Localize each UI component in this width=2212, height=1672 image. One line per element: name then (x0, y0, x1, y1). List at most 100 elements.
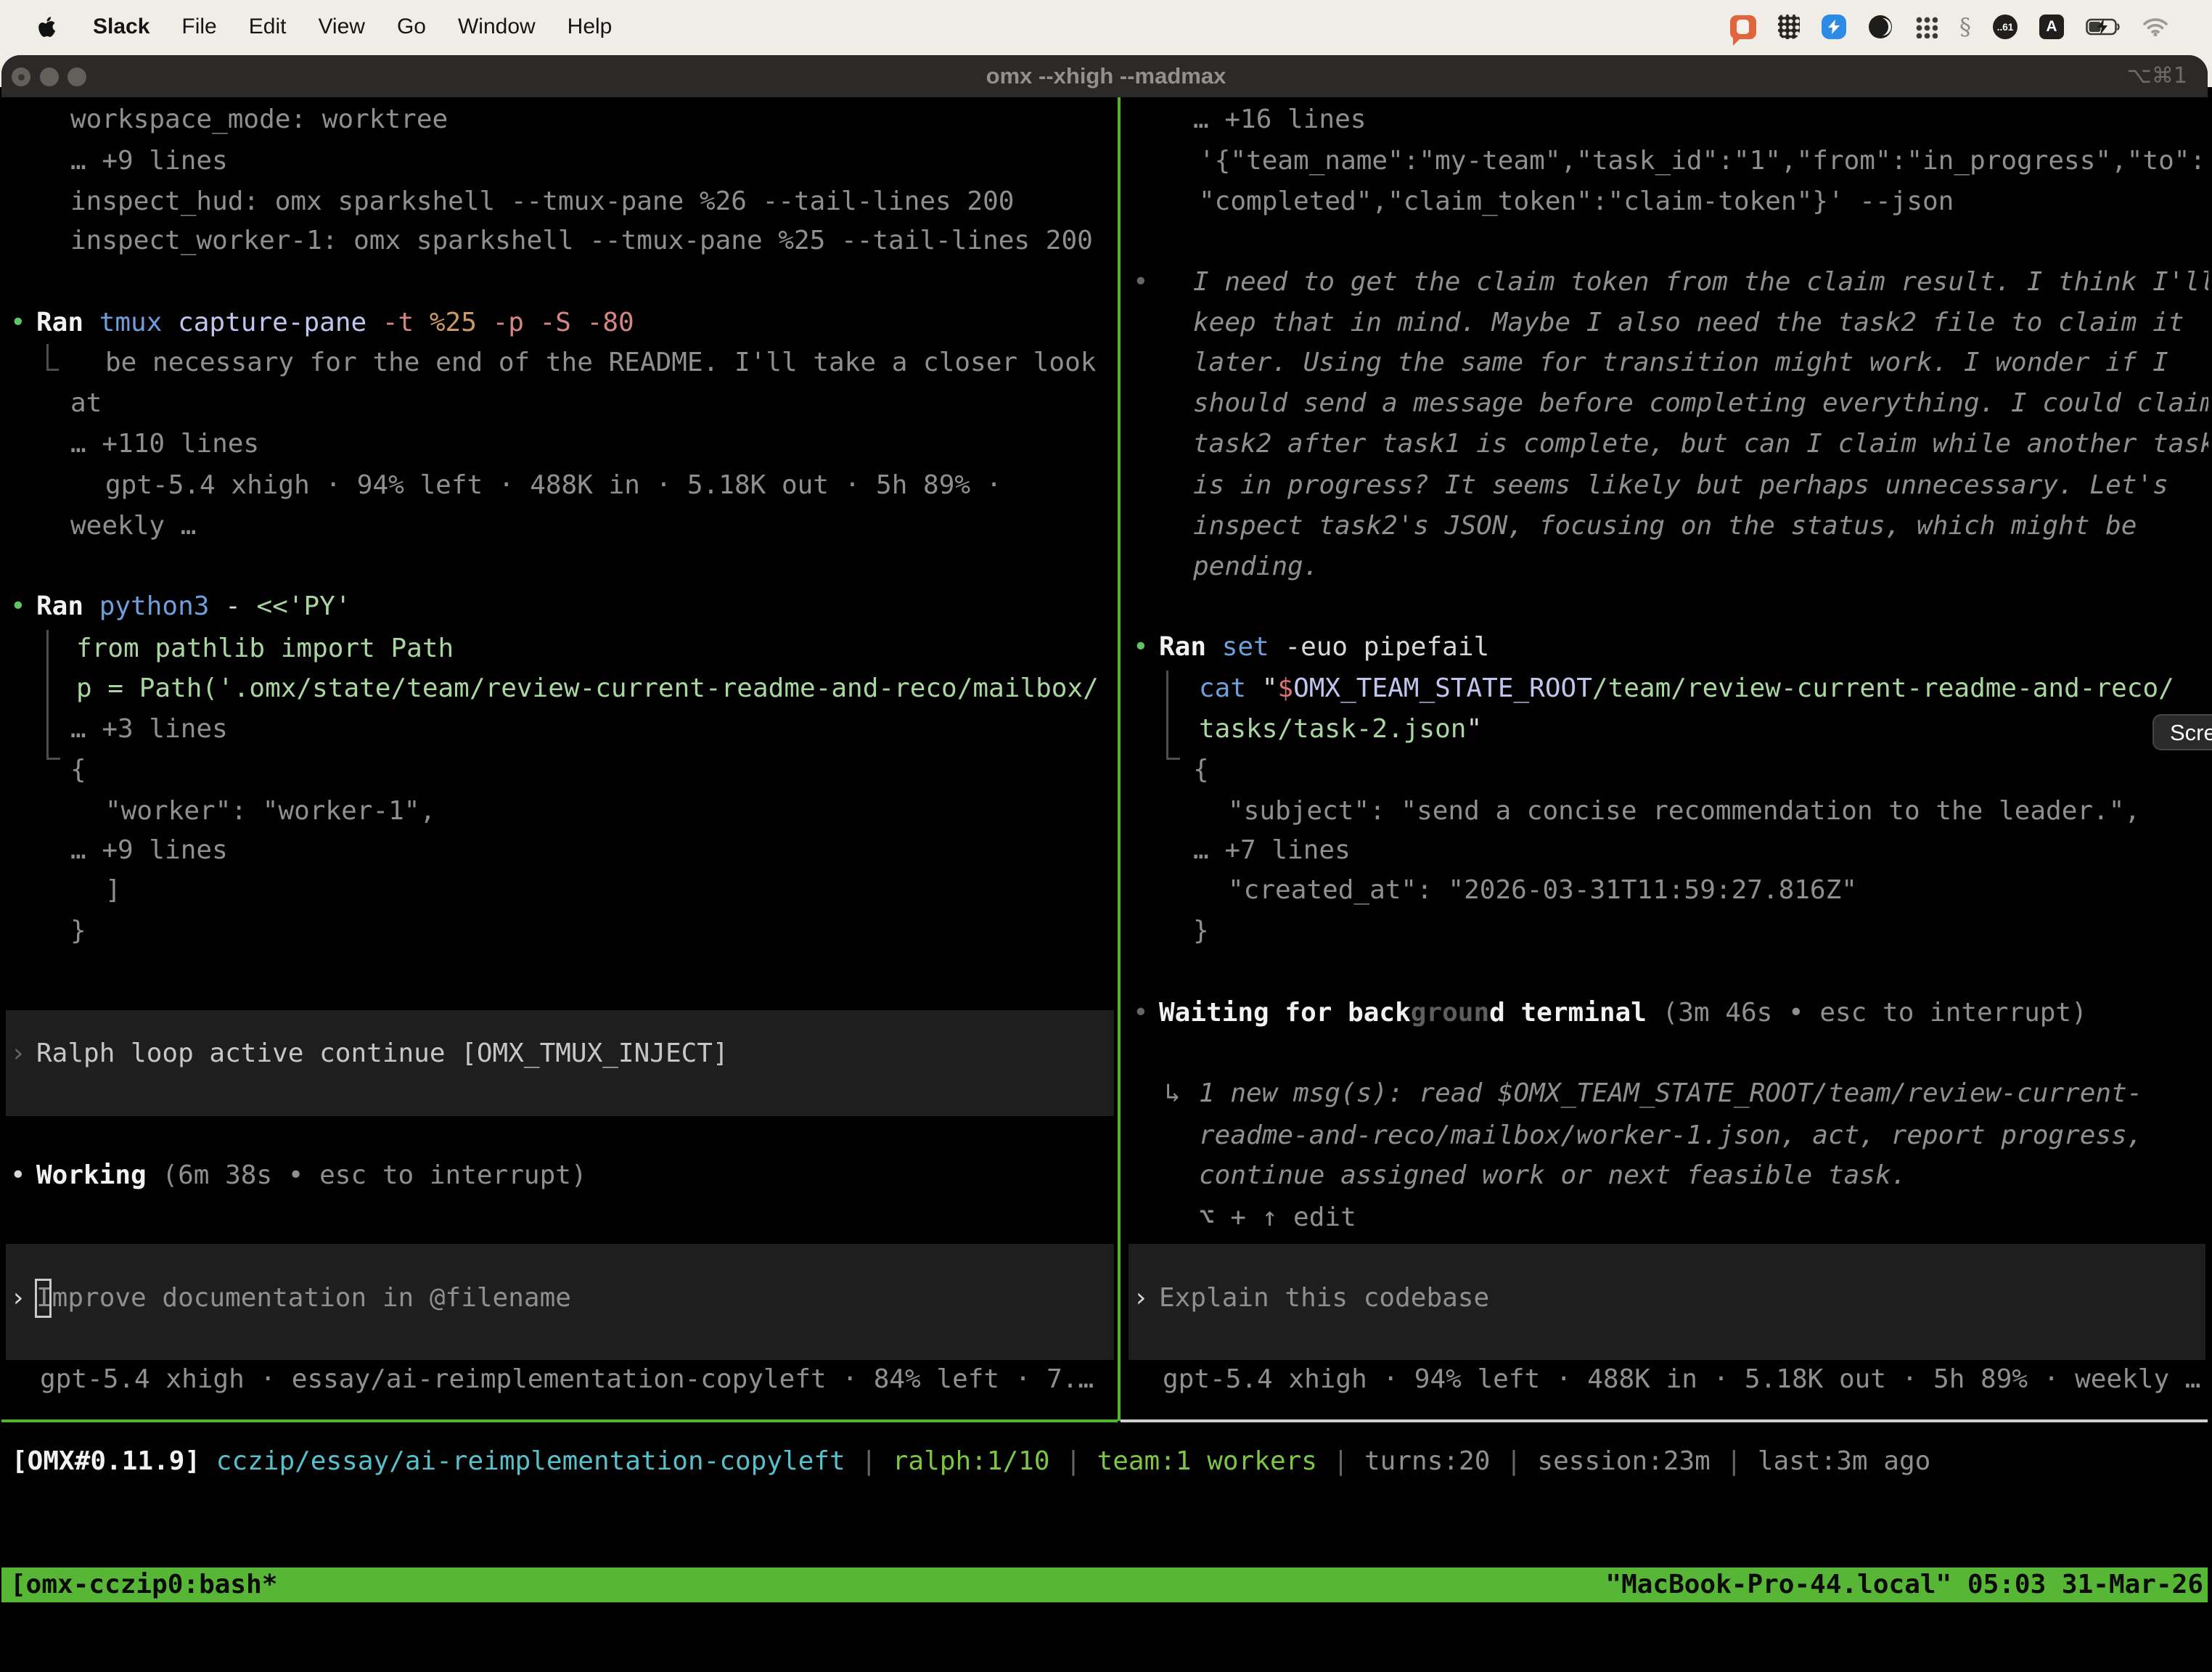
pane-border-left (1, 1419, 1118, 1422)
minimize-button[interactable] (40, 67, 59, 86)
menu-item-help[interactable]: Help (568, 15, 613, 39)
terminal-line: gpt-5.4 xhigh · 94% left · 488K in · 5.1… (0, 465, 1117, 506)
terminal-line: later. Using the same for transition mig… (1123, 343, 2208, 383)
terminal-line: inspect_hud: omx sparkshell --tmux-pane … (0, 181, 1117, 222)
password-manager-icon[interactable] (1778, 15, 1800, 39)
text-segment: … +9 lines (70, 146, 228, 176)
text-segment: " (1262, 673, 1278, 703)
menu-item-edit[interactable]: Edit (249, 15, 287, 39)
omx-status-text: [OMX#0.11.9] cczip/essay/ai-reimplementa… (12, 1441, 2212, 1482)
terminal-line: } (0, 911, 1117, 951)
terminal-line: … +7 lines (1123, 830, 2208, 871)
text-segment: inspect task2's JSON, focusing on the st… (1193, 511, 2137, 541)
text-segment: " (1466, 714, 1482, 744)
text-segment: keep that in mind. Maybe I also need the… (1193, 308, 2184, 337)
terminal-line: is in progress? It seems likely but perh… (1123, 465, 2208, 506)
terminal-line: workspace_mode: worktree (0, 99, 1117, 140)
menu-item-file[interactable]: File (181, 15, 216, 39)
terminal-line: gpt-5.4 xhigh · 94% left · 488K in · 5.1… (1123, 1359, 2208, 1400)
terminal-line: from pathlib import Path (0, 628, 1117, 669)
battery-icon[interactable] (2086, 17, 2121, 36)
pane-border-right (1121, 1419, 2208, 1422)
messenger-bolt-icon[interactable] (1822, 15, 1846, 39)
wifi-icon[interactable] (2142, 17, 2168, 37)
status-segment: ralph:1/10 (893, 1446, 1050, 1476)
terminal-line: inspect_worker-1: omx sparkshell --tmux-… (0, 221, 1117, 261)
text-segment: - (225, 591, 256, 621)
line-marker: ↳ (1165, 1073, 1181, 1114)
chat-app-icon[interactable] (1730, 15, 1756, 39)
terminal-line: "created_at": "2026-03-31T11:59:27.816Z" (1123, 870, 2208, 911)
omx-status-line: [OMX#0.11.9] cczip/essay/ai-reimplementa… (12, 1441, 2212, 1482)
text-segment: … +110 lines (70, 429, 259, 459)
pane-divider[interactable] (1118, 97, 1121, 1421)
terminal-line: Ran python3 - <<'PY'• (0, 586, 1117, 627)
text-segment: <<'PY' (256, 591, 351, 621)
terminal-line: … +3 lines (0, 709, 1117, 750)
terminal-line: Waiting for background terminal (3m 46s … (1123, 993, 2208, 1033)
menu-item-slack[interactable]: Slack (93, 15, 149, 39)
text-segment: "completed","claim_token":"claim-token"}… (1199, 187, 1954, 216)
text-segment: … +3 lines (70, 714, 228, 744)
text-segment: capture-pane (178, 308, 382, 337)
menu-item-window[interactable]: Window (458, 15, 536, 39)
menu-item-view[interactable]: View (318, 15, 364, 39)
terminal-line: tasks/task-2.json" (1123, 709, 2208, 750)
text-segment: inspect_hud: omx sparkshell --tmux-pane … (70, 187, 1014, 216)
terminal-pane-right[interactable]: … +16 lines '{"team_name":"my-team","task… (1123, 0, 2208, 1419)
moon-circle-icon[interactable] (1868, 15, 1893, 39)
text-segment: } (1193, 916, 1209, 946)
text-segment: (3m 46s • esc to interrupt) (1647, 998, 2087, 1028)
text-segment: %25 (430, 308, 493, 337)
apple-icon[interactable] (38, 16, 57, 38)
terminal-line: should send a message before completing … (1123, 383, 2208, 424)
status-segment: session:23m (1537, 1446, 1710, 1476)
terminal-line: "subject": "send a concise recommendatio… (1123, 791, 2208, 832)
count-badge-label: ..61 (1997, 22, 2014, 33)
line-marker: • (10, 303, 26, 343)
terminal-line: ⌥ + ↑ edit (1123, 1197, 2208, 1238)
close-button[interactable] (12, 67, 30, 86)
key-squiggle-icon[interactable]: § (1959, 13, 1971, 41)
line-marker: › (10, 1033, 26, 1074)
terminal-line: be necessary for the end of the README. … (0, 343, 1117, 383)
zoom-button[interactable] (67, 67, 86, 86)
terminal-line: … +110 lines (0, 424, 1117, 464)
text-segment: … +16 lines (1193, 104, 1366, 134)
terminal-line: Improve documentation in @filename› (0, 1278, 1117, 1319)
menu-item-go[interactable]: Go (397, 15, 426, 39)
text-segment: -euo pipefail (1285, 632, 1489, 662)
status-segment: [OMX#0.11.9] (12, 1446, 216, 1476)
line-marker: • (1133, 627, 1149, 668)
tmux-status-bar: [omx-cczip0:bash* "MacBook-Pro-44.local"… (1, 1568, 2208, 1602)
terminal-line: Working (6m 38s • esc to interrupt)• (0, 1155, 1117, 1196)
text-segment: "created_at": "2026-03-31T11:59:27.816Z" (1228, 875, 1857, 905)
terminal-line: gpt-5.4 xhigh · essay/ai-reimplementatio… (0, 1359, 1117, 1400)
terminal-line: "worker": "worker-1", (0, 791, 1117, 832)
keyboard-layout-icon[interactable]: A (2039, 15, 2064, 39)
terminal-line: readme-and-reco/mailbox/worker-1.json, a… (1123, 1115, 2208, 1156)
terminal-line: '{"team_name":"my-team","task_id":"1","f… (1123, 141, 2208, 181)
text-segment: "subject": "send a concise recommendatio… (1228, 796, 2140, 826)
text-segment: -S (540, 308, 587, 337)
terminal-line: p = Path('.omx/state/team/review-current… (0, 668, 1117, 709)
text-segment: from pathlib import Path (76, 634, 454, 663)
menu-status-icons: § ..61 A (1730, 0, 2168, 54)
text-segment: Ran (36, 591, 99, 621)
status-segment: | (1711, 1446, 1758, 1476)
terminal-pane-left[interactable]: workspace_mode: worktree … +9 lines inspec… (0, 0, 1117, 1419)
text-segment: set (1222, 632, 1285, 662)
tooltip: Scre (2152, 714, 2212, 750)
menu-left: Slack File Edit View Go Window Help (0, 15, 612, 39)
dots-grid-icon[interactable] (1914, 15, 1938, 38)
text-segment: tasks/task-2.json (1199, 714, 1466, 744)
text-segment: { (70, 755, 86, 784)
text-segment: Working (36, 1160, 162, 1190)
text-segment: d terminal (1489, 998, 1647, 1028)
terminal-line: Ralph loop active continue [OMX_TMUX_INJ… (0, 1033, 1117, 1074)
text-segment: pending. (1193, 552, 1319, 581)
text-segment: Ralph loop active continue [OMX_TMUX_INJ… (36, 1038, 729, 1068)
terminal-line: } (1123, 911, 2208, 951)
count-badge-icon[interactable]: ..61 (1993, 15, 2018, 39)
text-segment: ⌥ + ↑ edit (1199, 1202, 1356, 1232)
